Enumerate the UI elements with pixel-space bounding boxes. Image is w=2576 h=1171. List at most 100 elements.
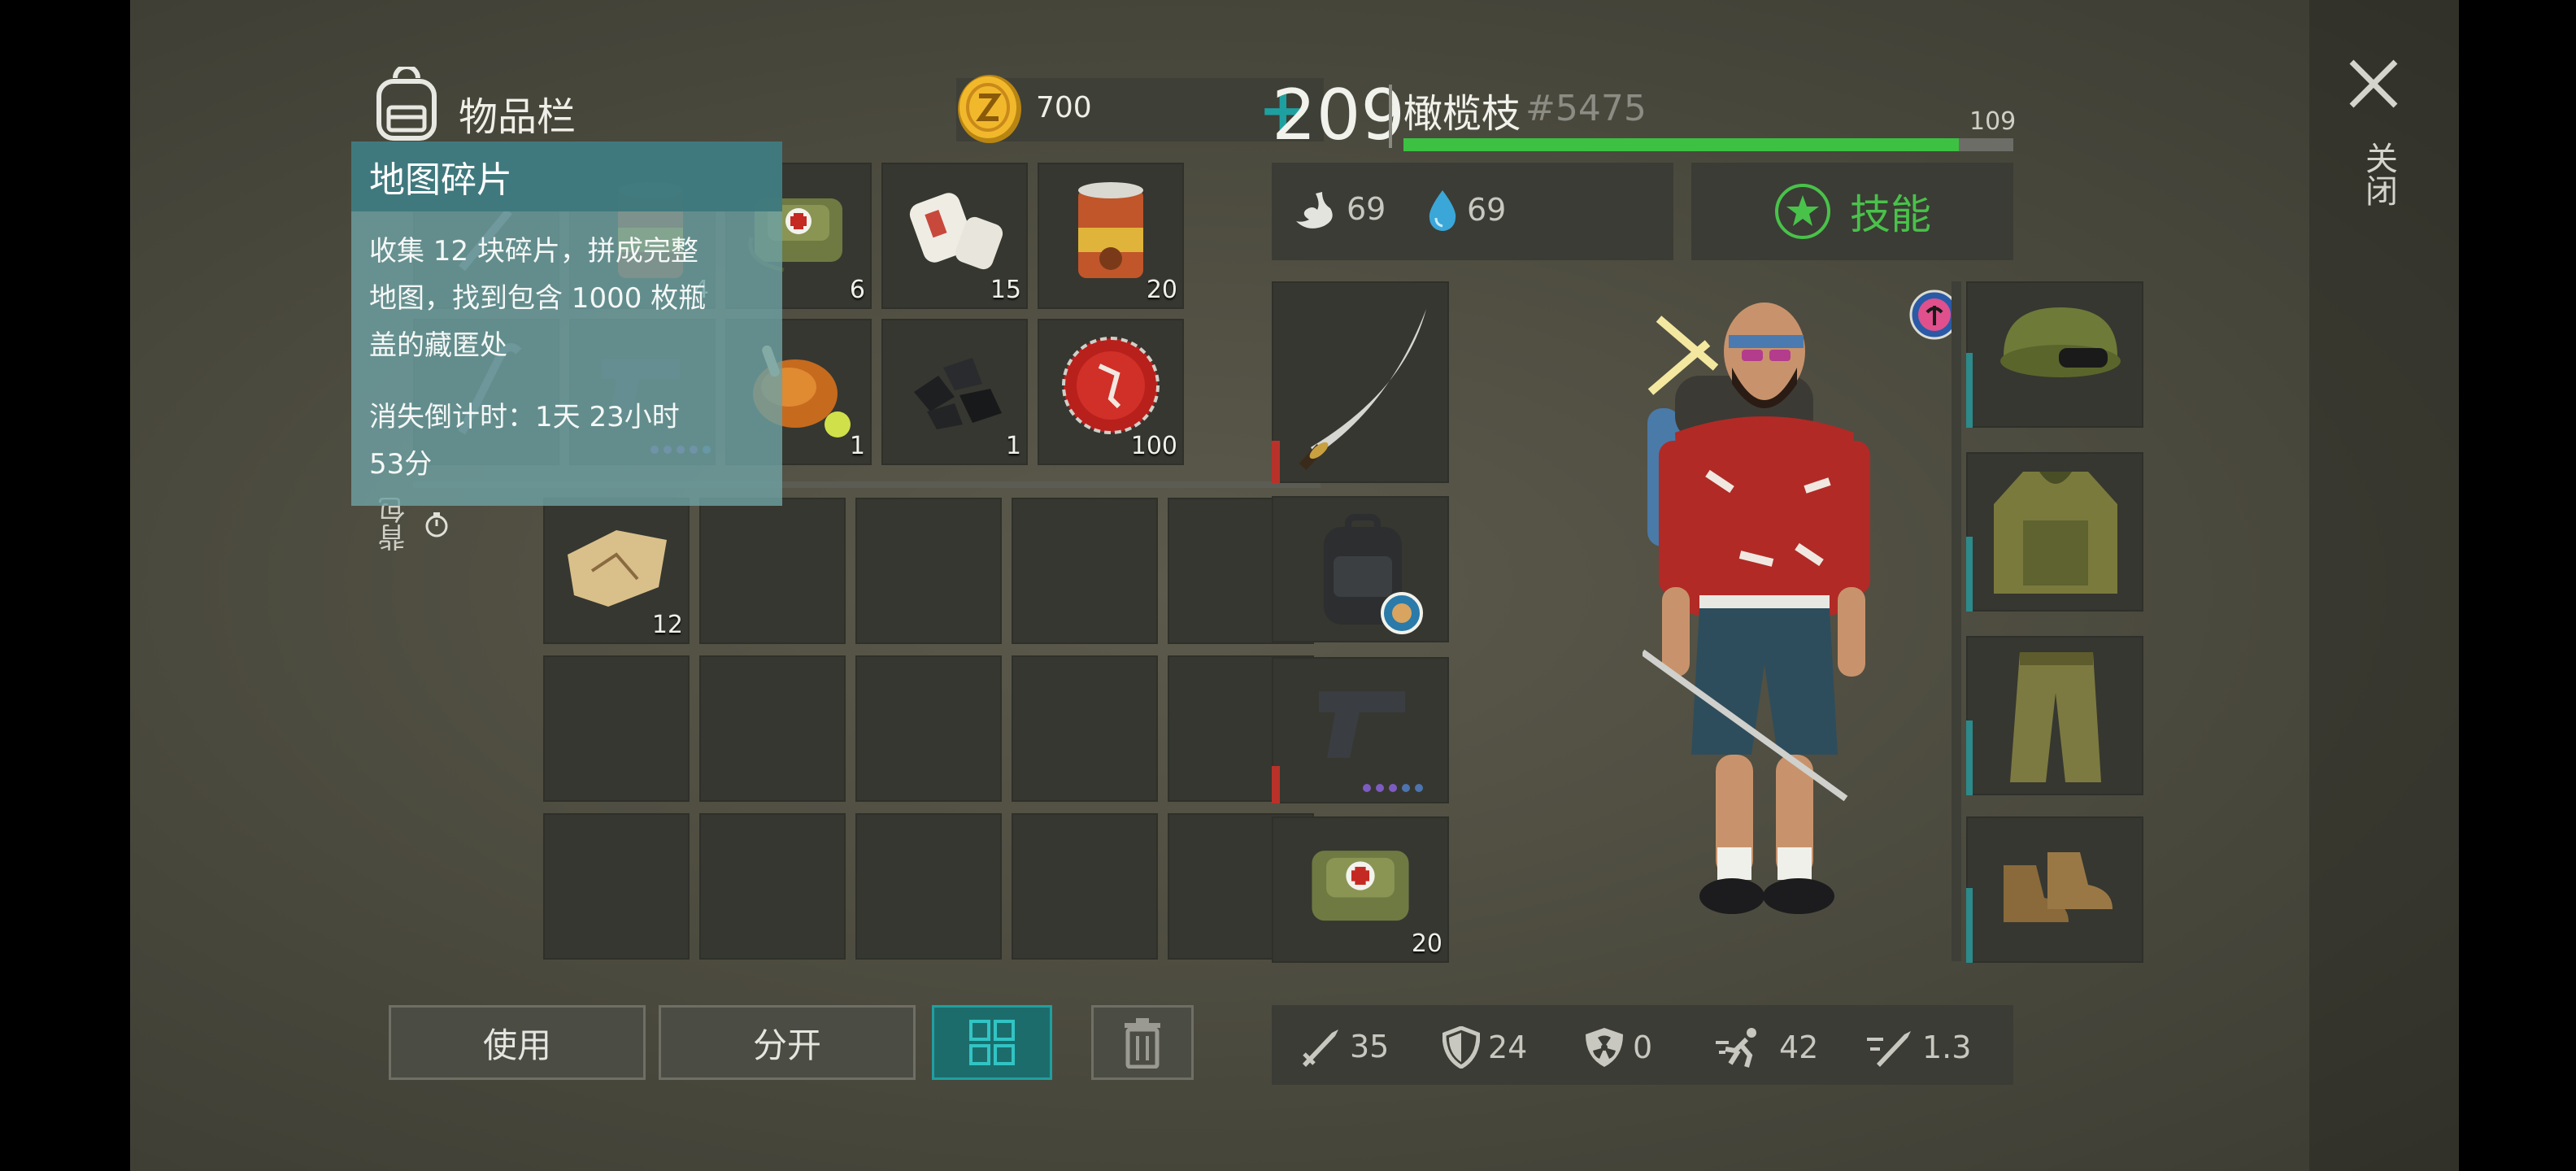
katana-icon — [1299, 309, 1426, 471]
inventory-slot[interactable]: 100 — [1038, 319, 1184, 465]
delete-button[interactable] — [1091, 1005, 1194, 1080]
swing-sword-icon — [1867, 1031, 1911, 1067]
map-fragment-icon — [568, 530, 667, 607]
feet-slot[interactable] — [1966, 816, 2143, 963]
trash-icon — [1125, 1018, 1160, 1069]
durability-mark — [1272, 441, 1280, 483]
inventory-slot[interactable]: 12 — [543, 498, 690, 644]
coal-icon — [914, 358, 1002, 429]
item-count: 15 — [990, 276, 1021, 304]
tooltip-title: 地图碎片 — [351, 141, 782, 211]
item-count: 20 — [1411, 929, 1442, 958]
inventory-slot[interactable] — [1012, 498, 1158, 644]
inventory-slot[interactable] — [699, 813, 846, 960]
legs-slot[interactable] — [1966, 636, 2143, 795]
close-label: 关闭 — [2360, 141, 2397, 207]
water-drop-icon — [1429, 190, 1456, 231]
tooltip-body: 收集 12 块碎片，拼成完整 地图，找到包含 1000 枚瓶 盖的藏匿处 消失倒… — [351, 211, 782, 504]
close-icon — [2349, 59, 2398, 108]
tooltip-timer-line: 53分 — [369, 448, 433, 481]
hunger-value: 69 — [1347, 191, 1386, 227]
inventory-slot[interactable] — [699, 655, 846, 802]
body-slot[interactable] — [1966, 452, 2143, 612]
inventory-slot[interactable] — [699, 498, 846, 644]
backpack-slot[interactable] — [1272, 496, 1449, 642]
durability-mark — [1966, 888, 1973, 963]
head-slot[interactable] — [1966, 281, 2143, 428]
player-level: 209 — [1272, 75, 1406, 156]
radiation-shield-icon — [1586, 1028, 1623, 1067]
tooltip-desc-line: 地图，找到包含 1000 枚瓶 — [369, 282, 707, 315]
item-count: 12 — [651, 611, 683, 639]
tooltip-timer-line: 消失倒计时：1天 23小时 — [369, 401, 680, 433]
hunger-stat: 69 — [1293, 189, 1386, 229]
close-button[interactable]: 关闭 — [2342, 52, 2407, 231]
use-button[interactable]: 使用 — [389, 1005, 646, 1080]
quality-dots — [1363, 784, 1423, 792]
first-aid-bag-icon — [1312, 851, 1409, 921]
tooltip-desc-line: 盖的藏匿处 — [369, 329, 507, 362]
xp-bar-fill — [1403, 138, 1959, 151]
weapon-slot[interactable] — [1272, 281, 1449, 483]
sort-button[interactable] — [932, 1005, 1052, 1080]
grid-icon — [969, 1020, 1015, 1065]
split-button[interactable]: 分开 — [659, 1005, 916, 1080]
radiation-stat: 0 — [1584, 1026, 1652, 1069]
sidearm-slot[interactable] — [1272, 657, 1449, 803]
coin-icon — [956, 73, 1023, 145]
player-tag: #5475 — [1525, 88, 1647, 129]
coin-count: 700 — [1036, 91, 1092, 124]
xp-value: 109 — [1969, 107, 2017, 136]
player-name: 橄榄枝 — [1403, 91, 1521, 137]
defense-value: 24 — [1488, 1030, 1528, 1065]
speed-stat: 42 — [1714, 1026, 1818, 1069]
backpack-icon — [371, 64, 442, 141]
canned-food-icon — [1078, 182, 1143, 278]
item-count: 1 — [849, 432, 865, 460]
inventory-slot[interactable] — [543, 813, 690, 960]
running-icon — [1716, 1028, 1756, 1068]
shield-icon — [1442, 1026, 1480, 1069]
inventory-slot[interactable] — [543, 655, 690, 802]
inventory-slot[interactable] — [855, 813, 1002, 960]
bottle-cap-icon — [1062, 337, 1160, 434]
attack-value: 35 — [1350, 1029, 1390, 1064]
camo-hat-icon — [2000, 307, 2121, 377]
pistol-icon — [1319, 691, 1405, 758]
game-screen: 物品栏 700 + 背包 4 — [130, 0, 2459, 1171]
item-count: 6 — [849, 276, 865, 304]
camo-pants-icon — [2010, 652, 2101, 782]
quick-slot[interactable]: 20 — [1272, 816, 1449, 963]
skills-button[interactable]: 技能 — [1691, 163, 2013, 260]
backpack-icon — [1324, 514, 1423, 634]
attack-speed-value: 1.3 — [1922, 1030, 1972, 1065]
level-divider — [1389, 85, 1392, 148]
radiation-value: 0 — [1633, 1030, 1653, 1065]
bandage-icon — [909, 193, 1003, 270]
durability-mark — [1966, 537, 1973, 612]
item-count: 100 — [1130, 432, 1177, 460]
timer-icon — [423, 511, 450, 538]
inventory-slot[interactable]: 20 — [1038, 163, 1184, 309]
inventory-slot[interactable] — [855, 655, 1002, 802]
speed-value: 42 — [1779, 1030, 1819, 1065]
attack-speed-stat: 1.3 — [1865, 1026, 1971, 1069]
stomach-icon — [1296, 192, 1333, 229]
item-tooltip: 地图碎片 收集 12 块碎片，拼成完整 地图，找到包含 1000 枚瓶 盖的藏匿… — [351, 141, 782, 506]
inventory-slot[interactable] — [1012, 813, 1158, 960]
item-count: 20 — [1146, 276, 1177, 304]
item-count: 1 — [1005, 432, 1021, 460]
inventory-slot[interactable] — [855, 498, 1002, 644]
defense-stat: 24 — [1442, 1026, 1527, 1069]
inventory-slot[interactable]: 15 — [881, 163, 1028, 309]
thirst-value: 69 — [1467, 192, 1507, 228]
durability-mark — [1272, 766, 1280, 803]
character-model — [1640, 294, 1870, 953]
sword-icon — [1303, 1030, 1338, 1067]
boots-icon — [2004, 852, 2113, 922]
camo-vest-icon — [1994, 472, 2117, 594]
inventory-slot[interactable] — [1012, 655, 1158, 802]
inventory-slot[interactable]: 1 — [881, 319, 1028, 465]
skills-label: 技能 — [1850, 191, 1931, 238]
skill-star-icon — [1775, 184, 1830, 239]
